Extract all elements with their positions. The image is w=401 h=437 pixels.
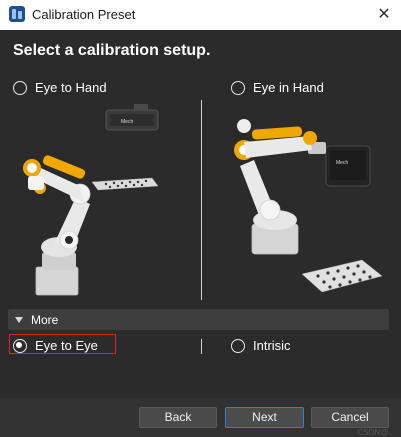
radio-intrinsic-indicator[interactable] [231, 338, 245, 353]
page-heading: Select a calibration setup. [13, 42, 211, 59]
next-button[interactable]: Next [225, 407, 304, 428]
app-icon [9, 6, 25, 22]
back-button[interactable]: Back [139, 407, 217, 428]
watermark: CSDN@... [357, 428, 395, 437]
eye-in-hand-illustration: Mech [234, 119, 383, 293]
close-button[interactable]: ✕ [367, 0, 401, 30]
radio-eye-to-hand[interactable]: Eye to Hand [13, 80, 107, 95]
more-expander[interactable]: More [8, 309, 389, 330]
more-options-divider [201, 339, 202, 354]
radio-eye-to-eye-indicator[interactable] [13, 338, 27, 353]
camera-brand-text: Mech [336, 160, 348, 166]
chevron-down-icon[interactable] [15, 316, 23, 323]
cancel-button[interactable]: Cancel [311, 407, 389, 428]
radio-eye-to-hand-indicator[interactable] [13, 80, 27, 95]
title-bar: Calibration Preset ✕ [0, 0, 401, 30]
radio-eye-to-hand-label: Eye to Hand [35, 80, 107, 95]
more-label: More [31, 312, 59, 327]
options-divider [201, 100, 202, 300]
radio-eye-in-hand-label: Eye in Hand [253, 80, 324, 95]
radio-eye-to-eye-label: Eye to Eye [35, 338, 98, 353]
eye-to-hand-illustration: Mech [23, 104, 159, 296]
camera-icon: Mech [325, 145, 371, 187]
radio-intrinsic[interactable]: Intrisic [231, 338, 291, 353]
radio-eye-to-eye[interactable]: Eye to Eye [13, 338, 98, 353]
camera-icon: Mech [105, 104, 159, 131]
radio-eye-in-hand[interactable]: Eye in Hand [231, 80, 324, 95]
radio-intrinsic-label: Intrisic [253, 338, 291, 353]
radio-eye-in-hand-indicator[interactable] [231, 80, 245, 95]
camera-brand-text: Mech [121, 119, 133, 125]
window-title: Calibration Preset [32, 7, 136, 22]
